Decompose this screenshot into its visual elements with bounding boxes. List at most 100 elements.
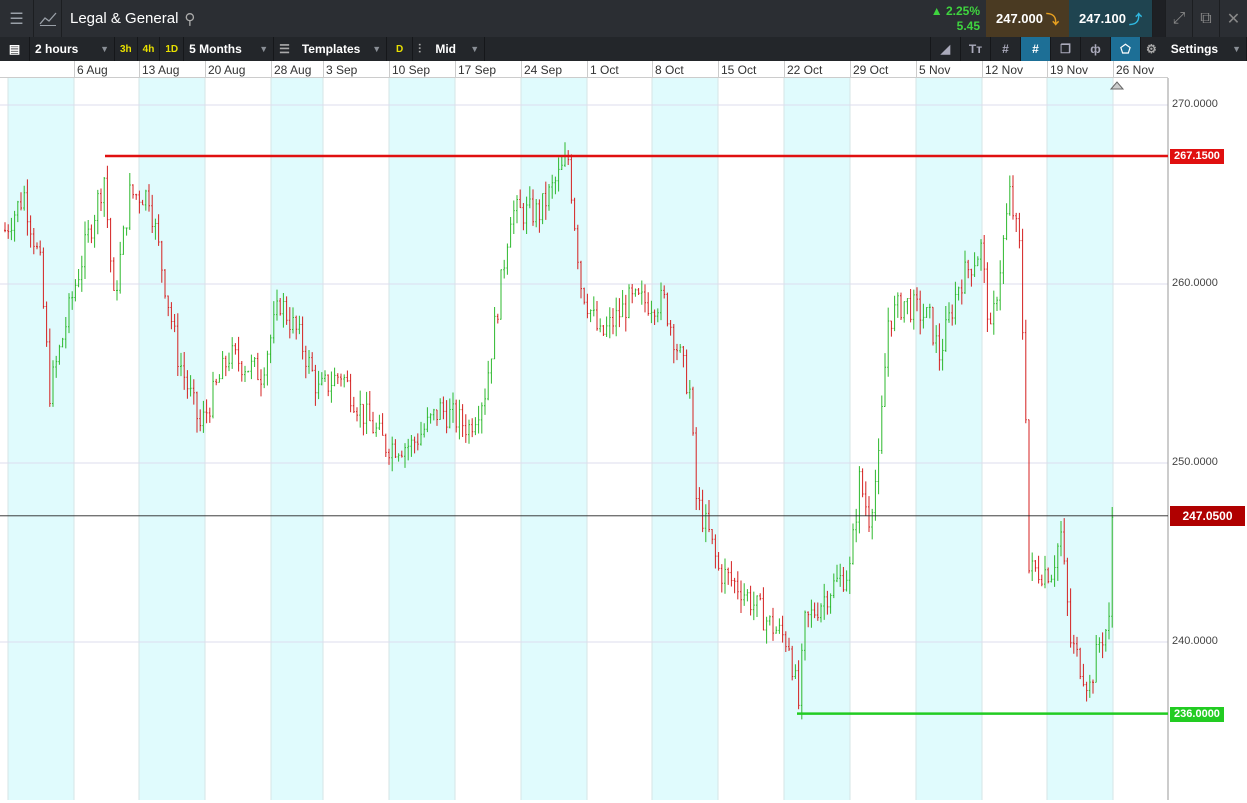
ohlc-bar — [77, 268, 80, 288]
ohlc-bar — [724, 558, 726, 594]
date-tick-label: 26 Nov — [1116, 63, 1155, 77]
date-tick-label: 3 Sep — [326, 63, 358, 77]
ohlc-bar — [986, 262, 989, 333]
ohlc-bar — [340, 373, 342, 387]
ohlc-bar — [90, 224, 93, 244]
ohlc-bar — [1002, 235, 1005, 284]
ohlc-bar — [858, 466, 861, 534]
ohlc-bar — [96, 189, 99, 235]
ohlc-bar — [343, 374, 346, 388]
ohlc-bar — [215, 378, 218, 386]
ohlc-bar — [231, 337, 234, 369]
date-tick-label: 12 Nov — [985, 63, 1024, 77]
week-shade — [271, 78, 323, 800]
ohlc-bar — [336, 373, 339, 385]
date-tick-label: 5 Nov — [919, 63, 951, 77]
current-price-tag[interactable]: 247.0500 — [1170, 505, 1245, 526]
ohlc-bar — [512, 200, 515, 234]
ohlc-bar — [493, 307, 496, 360]
support-price-tag[interactable]: 236.0000 — [1170, 706, 1224, 722]
date-tick-label: 17 Sep — [458, 63, 497, 77]
resistance-price-tag[interactable]: 267.1500 — [1170, 149, 1224, 164]
ohlc-bar — [852, 523, 854, 565]
ohlc-bar — [218, 374, 221, 383]
date-tick-label: 19 Nov — [1050, 63, 1089, 77]
ohlc-bar — [468, 419, 470, 444]
ohlc-bar — [615, 297, 618, 337]
price-tick-label: 250.0000 — [1172, 456, 1218, 468]
ohlc-bar — [740, 580, 742, 614]
ohlc-bar — [884, 353, 886, 407]
ohlc-bar — [1028, 419, 1030, 574]
ohlc-bar — [631, 284, 634, 304]
ohlc-bar — [983, 235, 986, 283]
ohlc-bar — [596, 300, 598, 331]
ohlc-bar — [375, 422, 378, 437]
week-shade — [521, 78, 587, 800]
ohlc-bar — [484, 388, 486, 415]
price-chart[interactable] — [0, 0, 1247, 803]
ohlc-bar — [887, 307, 890, 377]
ohlc-bar — [128, 172, 131, 231]
ohlc-bar — [260, 369, 262, 397]
ohlc-bar — [256, 352, 259, 381]
ohlc-bar — [1037, 555, 1040, 584]
ohlc-bar — [743, 583, 746, 606]
ohlc-bar — [458, 399, 461, 440]
date-tick-label: 8 Oct — [655, 63, 684, 77]
price-tick-label: 260.0000 — [1172, 277, 1218, 289]
ohlc-bar — [765, 616, 768, 644]
date-tick-label: 6 Aug — [77, 63, 108, 77]
ohlc-bar — [999, 260, 1002, 311]
ohlc-bar — [1034, 560, 1037, 572]
ohlc-bar — [381, 413, 384, 436]
ohlc-bar — [384, 433, 387, 458]
ohlc-bar — [864, 481, 867, 516]
ohlc-bar — [727, 567, 730, 585]
ohlc-bar — [890, 320, 893, 337]
date-tick-label: 20 Aug — [208, 63, 246, 77]
week-shade — [8, 78, 74, 800]
ohlc-bar — [599, 318, 602, 333]
ohlc-bar — [1018, 212, 1021, 249]
ohlc-bar — [855, 508, 858, 543]
ohlc-bar — [106, 165, 109, 229]
ohlc-bar — [752, 591, 755, 621]
ohlc-bar — [352, 396, 355, 414]
ohlc-bar — [996, 296, 998, 311]
ohlc-bar — [589, 309, 592, 323]
ohlc-bar — [365, 391, 368, 435]
price-axis-bg — [1168, 78, 1247, 800]
week-shade — [916, 78, 982, 800]
ohlc-bar — [87, 220, 90, 243]
date-tick-label: 1 Oct — [590, 63, 619, 77]
week-shade — [784, 78, 850, 800]
ohlc-bar — [266, 350, 269, 386]
ohlc-bar — [868, 496, 870, 533]
ohlc-bar — [1040, 574, 1043, 587]
ohlc-bar — [1008, 175, 1011, 216]
ohlc-bar — [906, 298, 909, 315]
ohlc-bar — [93, 214, 96, 248]
ohlc-bar — [247, 370, 250, 373]
date-tick-label: 24 Sep — [524, 63, 563, 77]
ohlc-bar — [84, 221, 86, 280]
ohlc-bar — [608, 307, 611, 339]
ohlc-bar — [135, 193, 138, 200]
ohlc-bar — [346, 370, 349, 383]
date-tick-label: 22 Oct — [787, 63, 823, 77]
ohlc-bar — [903, 301, 906, 323]
date-tick-label: 13 Aug — [142, 63, 180, 77]
ohlc-bar — [1024, 319, 1027, 424]
ohlc-bar — [621, 289, 624, 318]
ohlc-bar — [103, 177, 106, 217]
date-tick-label: 10 Sep — [392, 63, 431, 77]
ohlc-bar — [759, 593, 762, 601]
ohlc-bar — [880, 395, 883, 454]
ohlc-bar — [4, 222, 6, 233]
ohlc-bar — [80, 255, 83, 292]
ohlc-bar — [132, 184, 134, 199]
ohlc-bar — [775, 626, 778, 634]
ohlc-bar — [250, 354, 253, 380]
ohlc-bar — [474, 417, 477, 436]
